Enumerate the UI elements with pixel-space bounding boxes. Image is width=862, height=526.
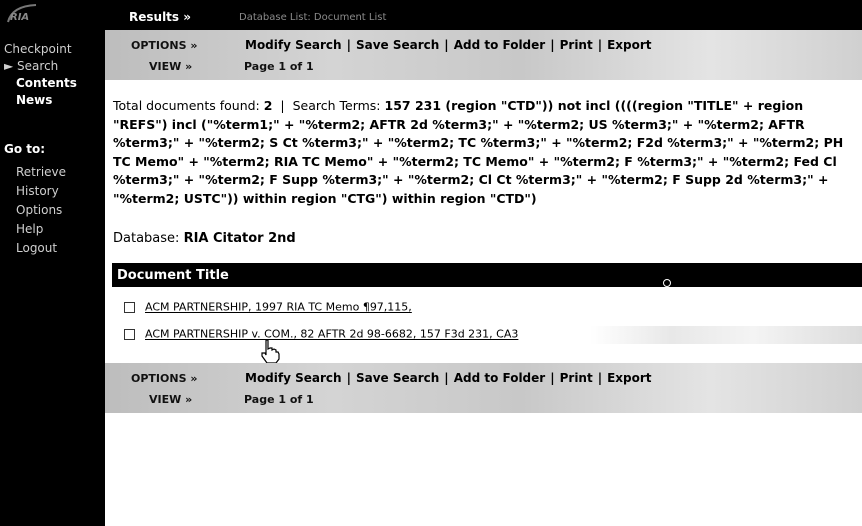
result-link[interactable]: ACM PARTNERSHIP v. COM., 82 AFTR 2d 98-6… (145, 328, 518, 341)
export-link[interactable]: Export (607, 38, 651, 52)
options-label: OPTIONS » (131, 39, 198, 52)
result-link[interactable]: ACM PARTNERSHIP, 1997 RIA TC Memo ¶97,11… (145, 301, 412, 314)
cursor-ring-icon (663, 279, 671, 287)
nav-contents[interactable]: Contents (4, 75, 77, 92)
options-strip-top: OPTIONS » VIEW » Modify Search | Save Sear… (105, 30, 862, 80)
summary-separator: | (280, 98, 285, 113)
ria-logo: RIA (7, 4, 37, 23)
nav-checkpoint[interactable]: Checkpoint (4, 41, 77, 58)
row-highlight (590, 326, 862, 344)
view-label: VIEW » (149, 393, 193, 406)
separator: | (346, 371, 351, 385)
result-checkbox[interactable] (124, 328, 135, 340)
database-line: Database: RIA Citator 2nd (113, 231, 296, 246)
nav-logout[interactable]: Logout (16, 239, 66, 258)
action-links: Modify Search | Save Search | Add to Folder |… (245, 38, 652, 52)
result-row: ACM PARTNERSHIP, 1997 RIA TC Memo ¶97,11… (124, 300, 412, 314)
separator: | (550, 371, 555, 385)
top-bar: Results » Database List: Document List (105, 0, 862, 30)
nav-retrieve[interactable]: Retrieve (16, 163, 66, 182)
document-list-header: Document Title (112, 263, 862, 287)
search-terms: 157 231 (region "CTD")) not incl ((((reg… (113, 98, 844, 206)
separator: | (597, 38, 603, 52)
save-search-link[interactable]: Save Search (356, 371, 439, 385)
database-name: RIA Citator 2nd (183, 231, 296, 246)
pager: Page 1 of 1 (244, 60, 314, 73)
modify-search-link[interactable]: Modify Search (245, 371, 342, 385)
separator: | (346, 38, 351, 52)
hand-cursor-icon (261, 339, 280, 364)
action-links: Modify Search | Save Search | Add to Folder |… (245, 371, 652, 385)
nav-history[interactable]: History (16, 182, 66, 201)
document-title-header: Document Title (117, 268, 229, 283)
nav-top: Checkpoint ► Search Contents News (4, 41, 77, 109)
print-link[interactable]: Print (560, 371, 593, 385)
database-list-crumb: Database List: Document List (239, 12, 387, 23)
sidebar: RIA Checkpoint ► Search Contents News Go… (0, 0, 105, 526)
view-label: VIEW » (149, 60, 193, 73)
total-count: 2 (263, 98, 273, 113)
options-label: OPTIONS » (131, 372, 198, 385)
search-summary: Total documents found: 2 | Search Terms:… (113, 97, 858, 209)
nav-help[interactable]: Help (16, 220, 66, 239)
total-label: Total documents found: (113, 98, 260, 113)
result-row: ACM PARTNERSHIP v. COM., 82 AFTR 2d 98-6… (124, 327, 518, 341)
goto-label: Go to: (4, 142, 46, 156)
save-search-link[interactable]: Save Search (356, 38, 439, 52)
separator: | (597, 371, 603, 385)
modify-search-link[interactable]: Modify Search (245, 38, 342, 52)
svg-text:RIA: RIA (10, 12, 29, 23)
separator: | (550, 38, 555, 52)
nav-search[interactable]: ► Search (4, 58, 77, 75)
results-tab[interactable]: Results » (129, 10, 191, 24)
separator: | (444, 38, 449, 52)
nav-options[interactable]: Options (16, 201, 66, 220)
print-link[interactable]: Print (560, 38, 593, 52)
nav-bottom: Retrieve History Options Help Logout (16, 163, 66, 258)
database-label: Database: (113, 231, 180, 246)
result-checkbox[interactable] (124, 301, 135, 313)
pager: Page 1 of 1 (244, 393, 314, 406)
options-strip-bottom: OPTIONS » VIEW » Modify Search | Save Sear… (105, 363, 862, 413)
add-to-folder-link[interactable]: Add to Folder (454, 371, 546, 385)
nav-news[interactable]: News (4, 92, 77, 109)
export-link[interactable]: Export (607, 371, 651, 385)
add-to-folder-link[interactable]: Add to Folder (454, 38, 546, 52)
separator: | (444, 371, 449, 385)
terms-label: Search Terms: (292, 98, 381, 113)
